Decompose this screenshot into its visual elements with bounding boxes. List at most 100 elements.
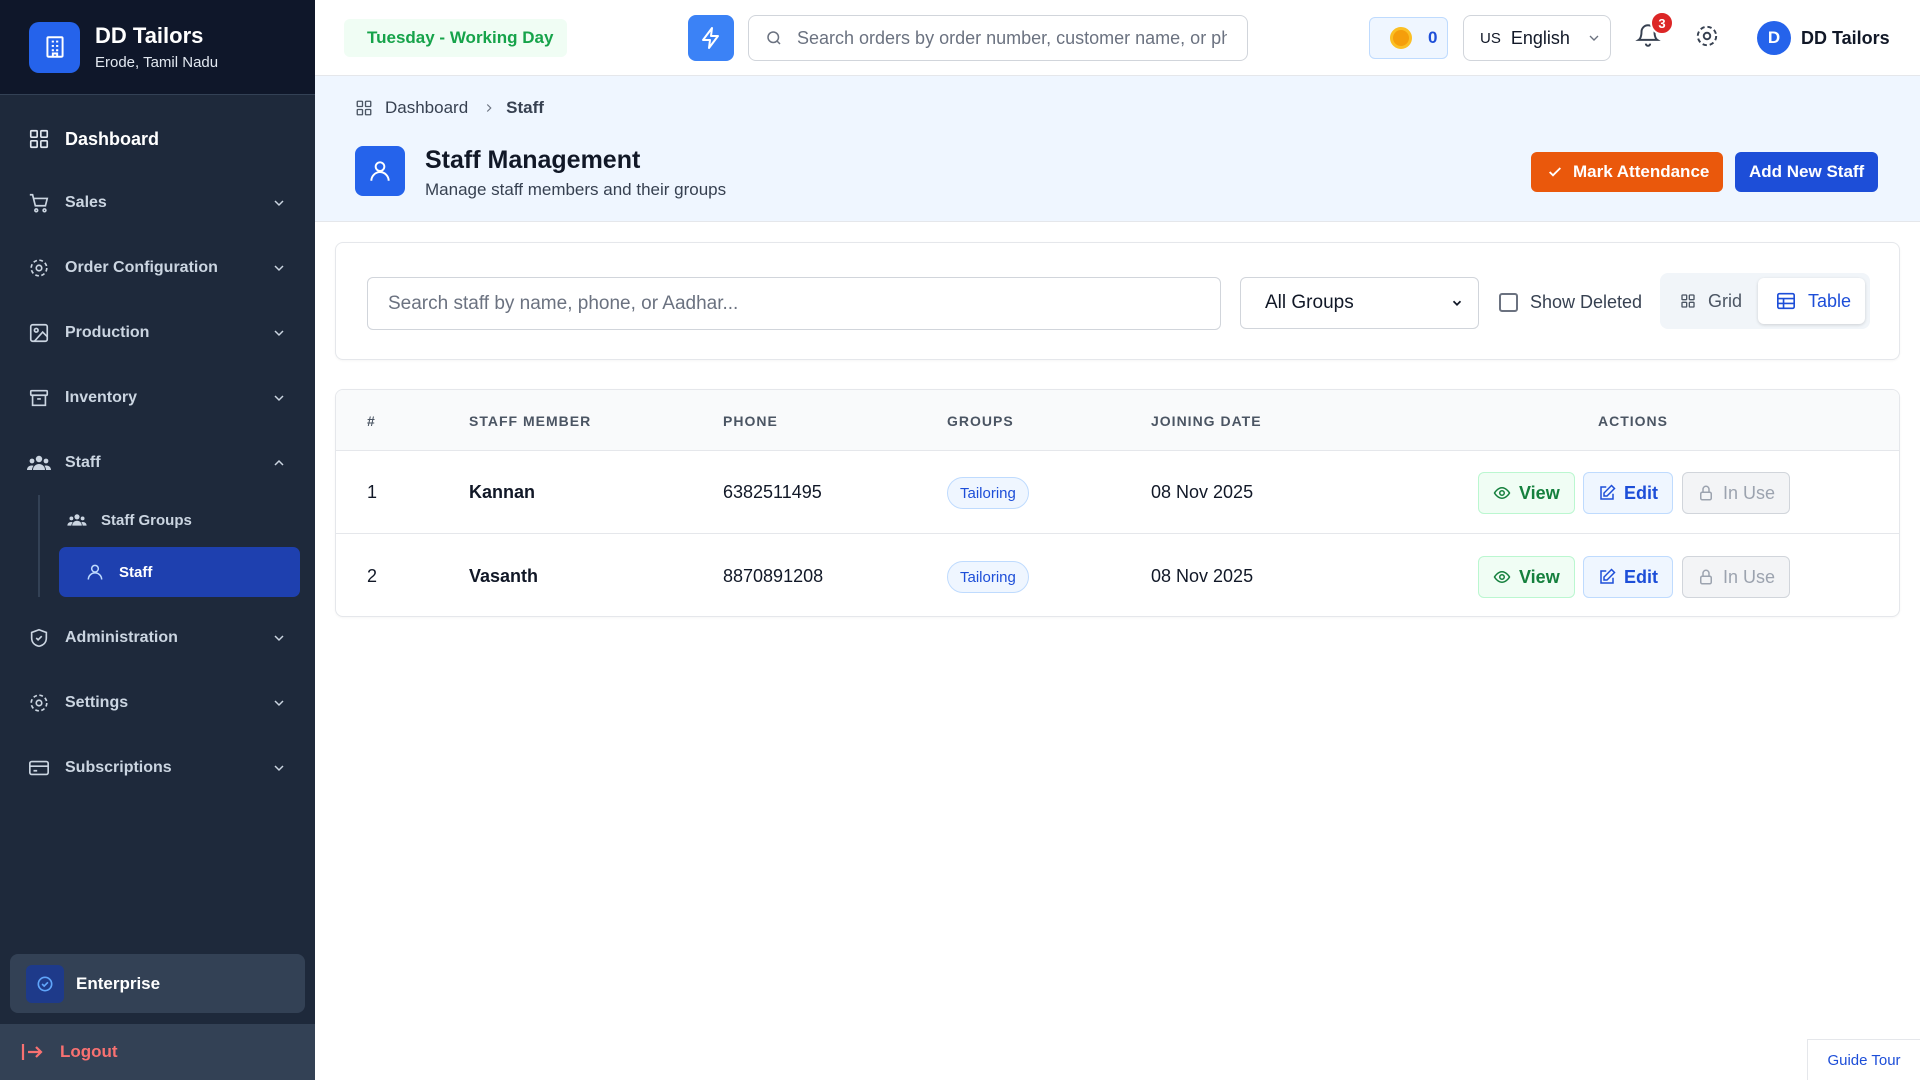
language-selector[interactable]: US English: [1463, 15, 1611, 61]
view-button[interactable]: View: [1478, 472, 1575, 514]
lock-icon: [1700, 569, 1712, 585]
flag-icon: US: [1480, 29, 1501, 47]
chevron-down-icon: [274, 764, 284, 771]
sidebar-item-label: Inventory: [65, 388, 138, 406]
table-view-label: Table: [1808, 290, 1852, 311]
group-chip: Tailoring: [947, 477, 1029, 509]
chevron-down-icon: [274, 199, 284, 206]
group-filter-value: All Groups: [1265, 292, 1354, 313]
sidebar-item-label: Sales: [65, 193, 107, 211]
in-use-label: In Use: [1723, 566, 1776, 587]
show-deleted-toggle[interactable]: Show Deleted: [1499, 292, 1642, 313]
page-title: Staff Management: [425, 146, 641, 174]
edit-label: Edit: [1624, 482, 1658, 503]
table-row: 1 Kannan 6382511495 Tailoring 08 Nov 202…: [336, 451, 1899, 534]
guide-tour-button[interactable]: Guide Tour: [1807, 1039, 1920, 1080]
chevron-right-icon: [487, 104, 492, 112]
view-mode-toggle: Grid Table: [1660, 273, 1870, 329]
shield-icon: [27, 626, 51, 650]
grid-view-label: Grid: [1708, 290, 1743, 311]
chevron-down-icon: [274, 329, 284, 336]
plan-badge[interactable]: Enterprise: [10, 954, 305, 1013]
chevron-down-icon: [274, 699, 284, 706]
grid-icon: [1681, 294, 1695, 308]
edit-icon: [1600, 568, 1616, 584]
lock-icon: [1700, 485, 1712, 501]
cart-icon: [27, 191, 51, 215]
building-icon: [29, 21, 80, 73]
coins-balance[interactable]: 0: [1369, 17, 1448, 59]
sidebar-item-sales[interactable]: Sales: [0, 170, 315, 235]
user-menu[interactable]: D DD Tailors: [1757, 21, 1890, 55]
staff-name: Vasanth: [469, 566, 539, 586]
sidebar-item-order-configuration[interactable]: Order Configuration: [0, 235, 315, 300]
user-icon: [85, 562, 105, 582]
edit-button[interactable]: Edit: [1583, 472, 1673, 514]
coins-value: 0: [1428, 28, 1438, 47]
group-filter-select[interactable]: All Groups: [1240, 277, 1479, 329]
eye-icon: [1493, 570, 1511, 584]
column-header-joining-date: JOINING DATE: [1151, 413, 1262, 429]
global-search-input[interactable]: [797, 27, 1227, 49]
image-icon: [27, 321, 51, 345]
check-circle-icon: [26, 964, 64, 1003]
sidebar-item-staff-list[interactable]: Staff: [59, 547, 300, 597]
edit-label: Edit: [1624, 566, 1658, 587]
column-header-number: #: [367, 413, 376, 429]
sidebar-item-production[interactable]: Production: [0, 300, 315, 365]
mark-attendance-label: Mark Attendance: [1573, 162, 1710, 181]
brand-name: DD Tailors: [95, 23, 204, 48]
sidebar-item-label: Staff: [65, 453, 101, 471]
sidebar: DD Tailors Erode, Tamil Nadu Dashboard S…: [0, 0, 315, 1080]
sidebar-item-staff-groups[interactable]: Staff Groups: [59, 495, 300, 545]
column-header-staff-member: STAFF MEMBER: [469, 413, 592, 429]
chevron-down-icon: [274, 264, 284, 271]
view-label: View: [1519, 482, 1560, 503]
in-use-button[interactable]: In Use: [1682, 556, 1791, 598]
show-deleted-checkbox[interactable]: [1499, 293, 1518, 312]
user-icon: [355, 146, 405, 196]
table-view-button[interactable]: Table: [1758, 278, 1865, 324]
page-subtitle: Manage staff members and their groups: [425, 180, 727, 199]
row-number: 2: [367, 566, 378, 586]
chevron-down-icon: [1452, 300, 1462, 306]
staff-phone: 6382511495: [723, 482, 822, 502]
plan-label: Enterprise: [76, 973, 161, 993]
avatar: D: [1757, 21, 1791, 55]
column-header-phone: PHONE: [723, 413, 778, 429]
gear-icon: [27, 691, 51, 715]
quick-action-button[interactable]: [688, 15, 734, 61]
in-use-button[interactable]: In Use: [1682, 472, 1791, 514]
table-header: # STAFF MEMBER PHONE GROUPS JOINING DATE…: [336, 390, 1899, 451]
breadcrumb-dashboard-link[interactable]: Dashboard: [385, 98, 468, 118]
table-icon: [1777, 292, 1795, 310]
sidebar-nav: Dashboard Sales Order Configuration Prod…: [0, 95, 315, 800]
logout-button[interactable]: Logout: [0, 1024, 315, 1080]
joining-date: 08 Nov 2025: [1151, 482, 1254, 502]
sidebar-item-label: Settings: [65, 693, 129, 711]
lightning-icon: [702, 27, 719, 49]
view-button[interactable]: View: [1478, 556, 1575, 598]
check-icon: [1549, 167, 1561, 177]
sidebar-item-inventory[interactable]: Inventory: [0, 365, 315, 430]
users-icon: [67, 510, 87, 530]
language-label: English: [1510, 27, 1570, 48]
column-header-actions: ACTIONS: [1598, 413, 1668, 429]
sidebar-item-dashboard[interactable]: Dashboard: [0, 108, 315, 170]
edit-button[interactable]: Edit: [1583, 556, 1673, 598]
sidebar-item-settings[interactable]: Settings: [0, 670, 315, 735]
chevron-up-icon: [274, 459, 284, 466]
sidebar-item-subscriptions[interactable]: Subscriptions: [0, 735, 315, 800]
sidebar-item-label: Staff Groups: [101, 511, 192, 529]
sidebar-item-administration[interactable]: Administration: [0, 605, 315, 670]
grid-view-button[interactable]: Grid: [1680, 278, 1742, 324]
show-deleted-label: Show Deleted: [1530, 292, 1643, 312]
sidebar-item-staff[interactable]: Staff: [0, 430, 315, 495]
global-search[interactable]: [748, 15, 1248, 61]
mark-attendance-button[interactable]: Mark Attendance: [1531, 152, 1724, 192]
sidebar-item-label: Production: [65, 323, 150, 341]
staff-search-input[interactable]: [367, 277, 1221, 330]
day-status-badge: Tuesday - Working Day: [344, 19, 568, 57]
settings-button[interactable]: [1694, 23, 1720, 49]
add-new-staff-button[interactable]: Add New Staff: [1735, 152, 1879, 192]
